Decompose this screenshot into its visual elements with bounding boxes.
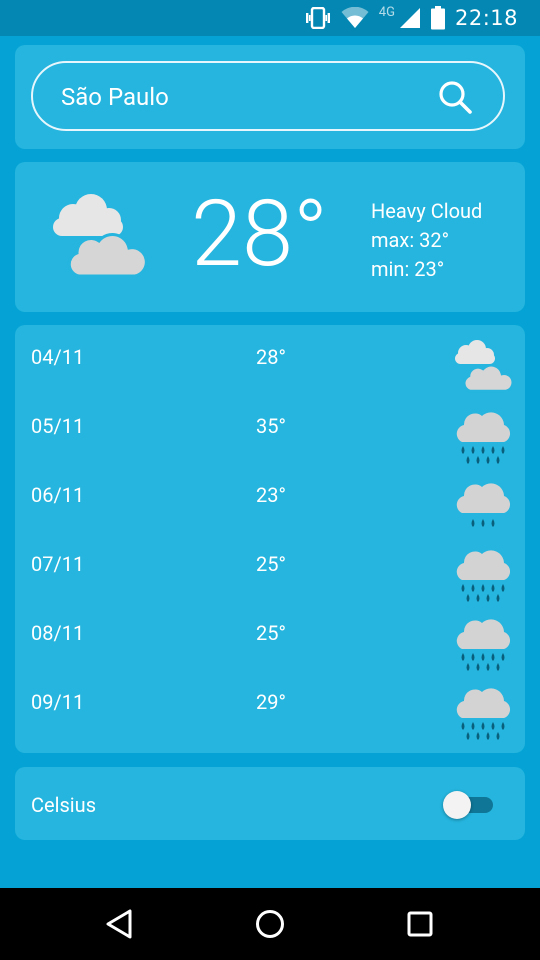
forecast-date: 05/11: [31, 414, 85, 438]
toggle-thumb[interactable]: [443, 791, 471, 819]
clock: 22:18: [454, 6, 518, 30]
forecast-date: 08/11: [31, 621, 85, 645]
wifi-icon: [341, 7, 369, 28]
heavy-rain-icon: [456, 688, 511, 740]
network-type: 4G: [378, 4, 395, 20]
heavy-cloud-icon: [53, 194, 148, 278]
min-temperature: min: 23°: [371, 257, 445, 281]
forecast-row[interactable]: 07/11 25°: [15, 532, 525, 602]
forecast-temperature: 28°: [256, 345, 286, 369]
back-icon[interactable]: [102, 906, 138, 942]
forecast-temperature: 23°: [256, 483, 286, 507]
heavy-rain-icon: [456, 550, 511, 602]
forecast-date: 06/11: [31, 483, 85, 507]
signal-icon: [399, 8, 420, 28]
heavy-cloud-icon: [455, 340, 514, 393]
forecast-temperature: 25°: [256, 621, 286, 645]
current-temperature: 28°: [191, 181, 328, 288]
status-bar: 4G 22:18: [0, 0, 540, 36]
forecast-list: 04/11 28° 05/11 35° 06/11 23° 07/11 25°: [15, 325, 525, 753]
celsius-label: Celsius: [31, 793, 97, 817]
forecast-temperature: 29°: [256, 690, 286, 714]
heavy-rain-icon: [456, 619, 511, 671]
forecast-date: 09/11: [31, 690, 85, 714]
max-temperature: max: 32°: [371, 228, 450, 252]
forecast-row[interactable]: 09/11 29°: [15, 670, 525, 740]
celsius-toggle[interactable]: [443, 791, 495, 819]
forecast-row[interactable]: 04/11 28°: [15, 325, 525, 394]
home-icon[interactable]: [252, 906, 288, 942]
current-details: Heavy Cloud max: 32° min: 23°: [371, 197, 482, 284]
current-weather-card: 28° Heavy Cloud max: 32° min: 23°: [15, 162, 525, 312]
forecast-date: 07/11: [31, 552, 85, 576]
forecast-row[interactable]: 05/11 35°: [15, 394, 525, 464]
light-rain-icon: [456, 483, 511, 527]
forecast-date: 04/11: [31, 345, 85, 369]
heavy-rain-icon: [456, 412, 511, 464]
search-icon[interactable]: [437, 79, 473, 115]
vibrate-icon: [305, 7, 330, 29]
forecast-temperature: 25°: [256, 552, 286, 576]
forecast-row[interactable]: 06/11 23°: [15, 463, 525, 532]
battery-icon: [430, 6, 445, 30]
recents-icon[interactable]: [402, 906, 438, 942]
search-query[interactable]: São Paulo: [61, 83, 169, 111]
search-card: São Paulo: [15, 45, 525, 149]
search-input[interactable]: São Paulo: [31, 61, 505, 131]
current-condition: Heavy Cloud: [371, 199, 483, 223]
forecast-temperature: 35°: [256, 414, 286, 438]
units-card: Celsius: [15, 767, 525, 840]
navigation-bar: [0, 888, 540, 960]
forecast-row[interactable]: 08/11 25°: [15, 601, 525, 671]
